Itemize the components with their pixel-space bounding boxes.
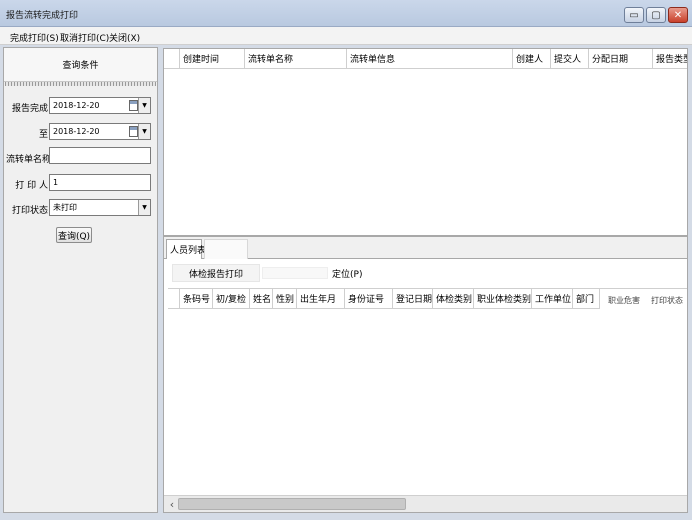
date-to-picker[interactable]: 2018-12-20 ▼	[49, 123, 151, 140]
flow-name-input[interactable]	[49, 147, 151, 164]
column-header[interactable]: 职业体检类别	[474, 289, 532, 309]
menu-bar: 完成打印(S) 取消打印(C) 关闭(X)	[0, 27, 692, 45]
chevron-left-icon[interactable]: ‹	[166, 498, 178, 511]
menu-complete-print[interactable]: 完成打印(S)	[10, 31, 59, 44]
panel-splitter[interactable]	[5, 82, 156, 86]
grid-corner	[164, 49, 180, 69]
column-header[interactable]: 提交人	[551, 49, 589, 69]
tab-blank[interactable]	[204, 239, 248, 259]
column-header[interactable]: 报告类型	[653, 49, 687, 69]
column-header[interactable]: 体检类别	[433, 289, 474, 309]
flow-name-label: 流转单名称	[6, 155, 52, 165]
sub-tab-faded	[262, 267, 328, 279]
column-header[interactable]: 初/复检	[213, 289, 250, 309]
horizontal-scrollbar[interactable]: ‹	[164, 495, 687, 512]
column-header-faded[interactable]: 打印状态	[651, 295, 683, 306]
person-list-panel: 人员列表 体检报告打印 定位(P) 条码号 初/复检 姓名 性别 出生年月 身份…	[163, 236, 688, 513]
column-header[interactable]: 条码号	[180, 289, 213, 309]
menu-cancel-print[interactable]: 取消打印(C)	[60, 31, 109, 44]
column-header[interactable]: 分配日期	[589, 49, 653, 69]
chevron-down-icon[interactable]: ▼	[138, 200, 150, 215]
title-bar: 报告流转完成打印 ▭ ▢ ✕	[0, 0, 692, 27]
chevron-down-icon[interactable]: ▼	[138, 124, 150, 139]
column-header[interactable]: 创建时间	[180, 49, 245, 69]
query-button[interactable]: 查询(Q)	[56, 227, 92, 243]
locate-button[interactable]: 定位(P)	[332, 267, 362, 280]
chevron-down-icon[interactable]: ▼	[138, 98, 150, 113]
calendar-icon[interactable]	[129, 126, 138, 137]
date-from-value: 2018-12-20	[53, 101, 100, 110]
column-header[interactable]: 姓名	[250, 289, 273, 309]
person-grid-header: 条码号 初/复检 姓名 性别 出生年月 身份证号 登记日期 体检类别 职业体检类…	[168, 288, 687, 310]
column-header[interactable]: 登记日期	[393, 289, 433, 309]
column-header[interactable]: 流转单名称	[245, 49, 347, 69]
date-from-picker[interactable]: 2018-12-20 ▼	[49, 97, 151, 114]
column-header[interactable]: 出生年月	[297, 289, 345, 309]
window-title: 报告流转完成打印	[6, 11, 79, 21]
calendar-icon[interactable]	[129, 100, 138, 111]
printer-input[interactable]: 1	[49, 174, 151, 191]
grid-corner	[168, 289, 180, 309]
column-header[interactable]: 部门	[573, 289, 600, 309]
query-panel: 查询条件 报告完成 2018-12-20 ▼ 至 2018-12-20 ▼ 流转…	[3, 47, 158, 513]
column-header-faded[interactable]: 职业危害	[608, 295, 640, 306]
print-status-select[interactable]: 未打印 ▼	[49, 199, 151, 216]
query-panel-title: 查询条件	[4, 48, 157, 82]
column-header[interactable]: 身份证号	[345, 289, 393, 309]
scrollbar-thumb[interactable]	[178, 498, 406, 510]
maximize-button[interactable]: ▢	[646, 7, 666, 23]
date-to-value: 2018-12-20	[53, 127, 100, 136]
close-button[interactable]: ✕	[668, 7, 688, 23]
column-header[interactable]: 流转单信息	[347, 49, 513, 69]
minimize-button[interactable]: ▭	[624, 7, 644, 23]
to-label: 至	[38, 130, 48, 140]
column-header[interactable]: 创建人	[513, 49, 551, 69]
sub-tab-report-print[interactable]: 体检报告打印	[172, 264, 260, 282]
report-done-label: 报告完成	[11, 104, 48, 114]
tab-person-list[interactable]: 人员列表	[166, 239, 206, 259]
column-header[interactable]: 性别	[273, 289, 297, 309]
column-header[interactable]: 工作单位	[532, 289, 573, 309]
print-status-label: 打印状态	[11, 206, 48, 216]
flow-sheet-grid: 创建时间 流转单名称 流转单信息 创建人 提交人 分配日期 报告类型	[163, 48, 688, 236]
print-status-value: 未打印	[53, 203, 77, 212]
printer-label: 打 印 人	[15, 181, 48, 191]
menu-close[interactable]: 关闭(X)	[109, 31, 140, 44]
